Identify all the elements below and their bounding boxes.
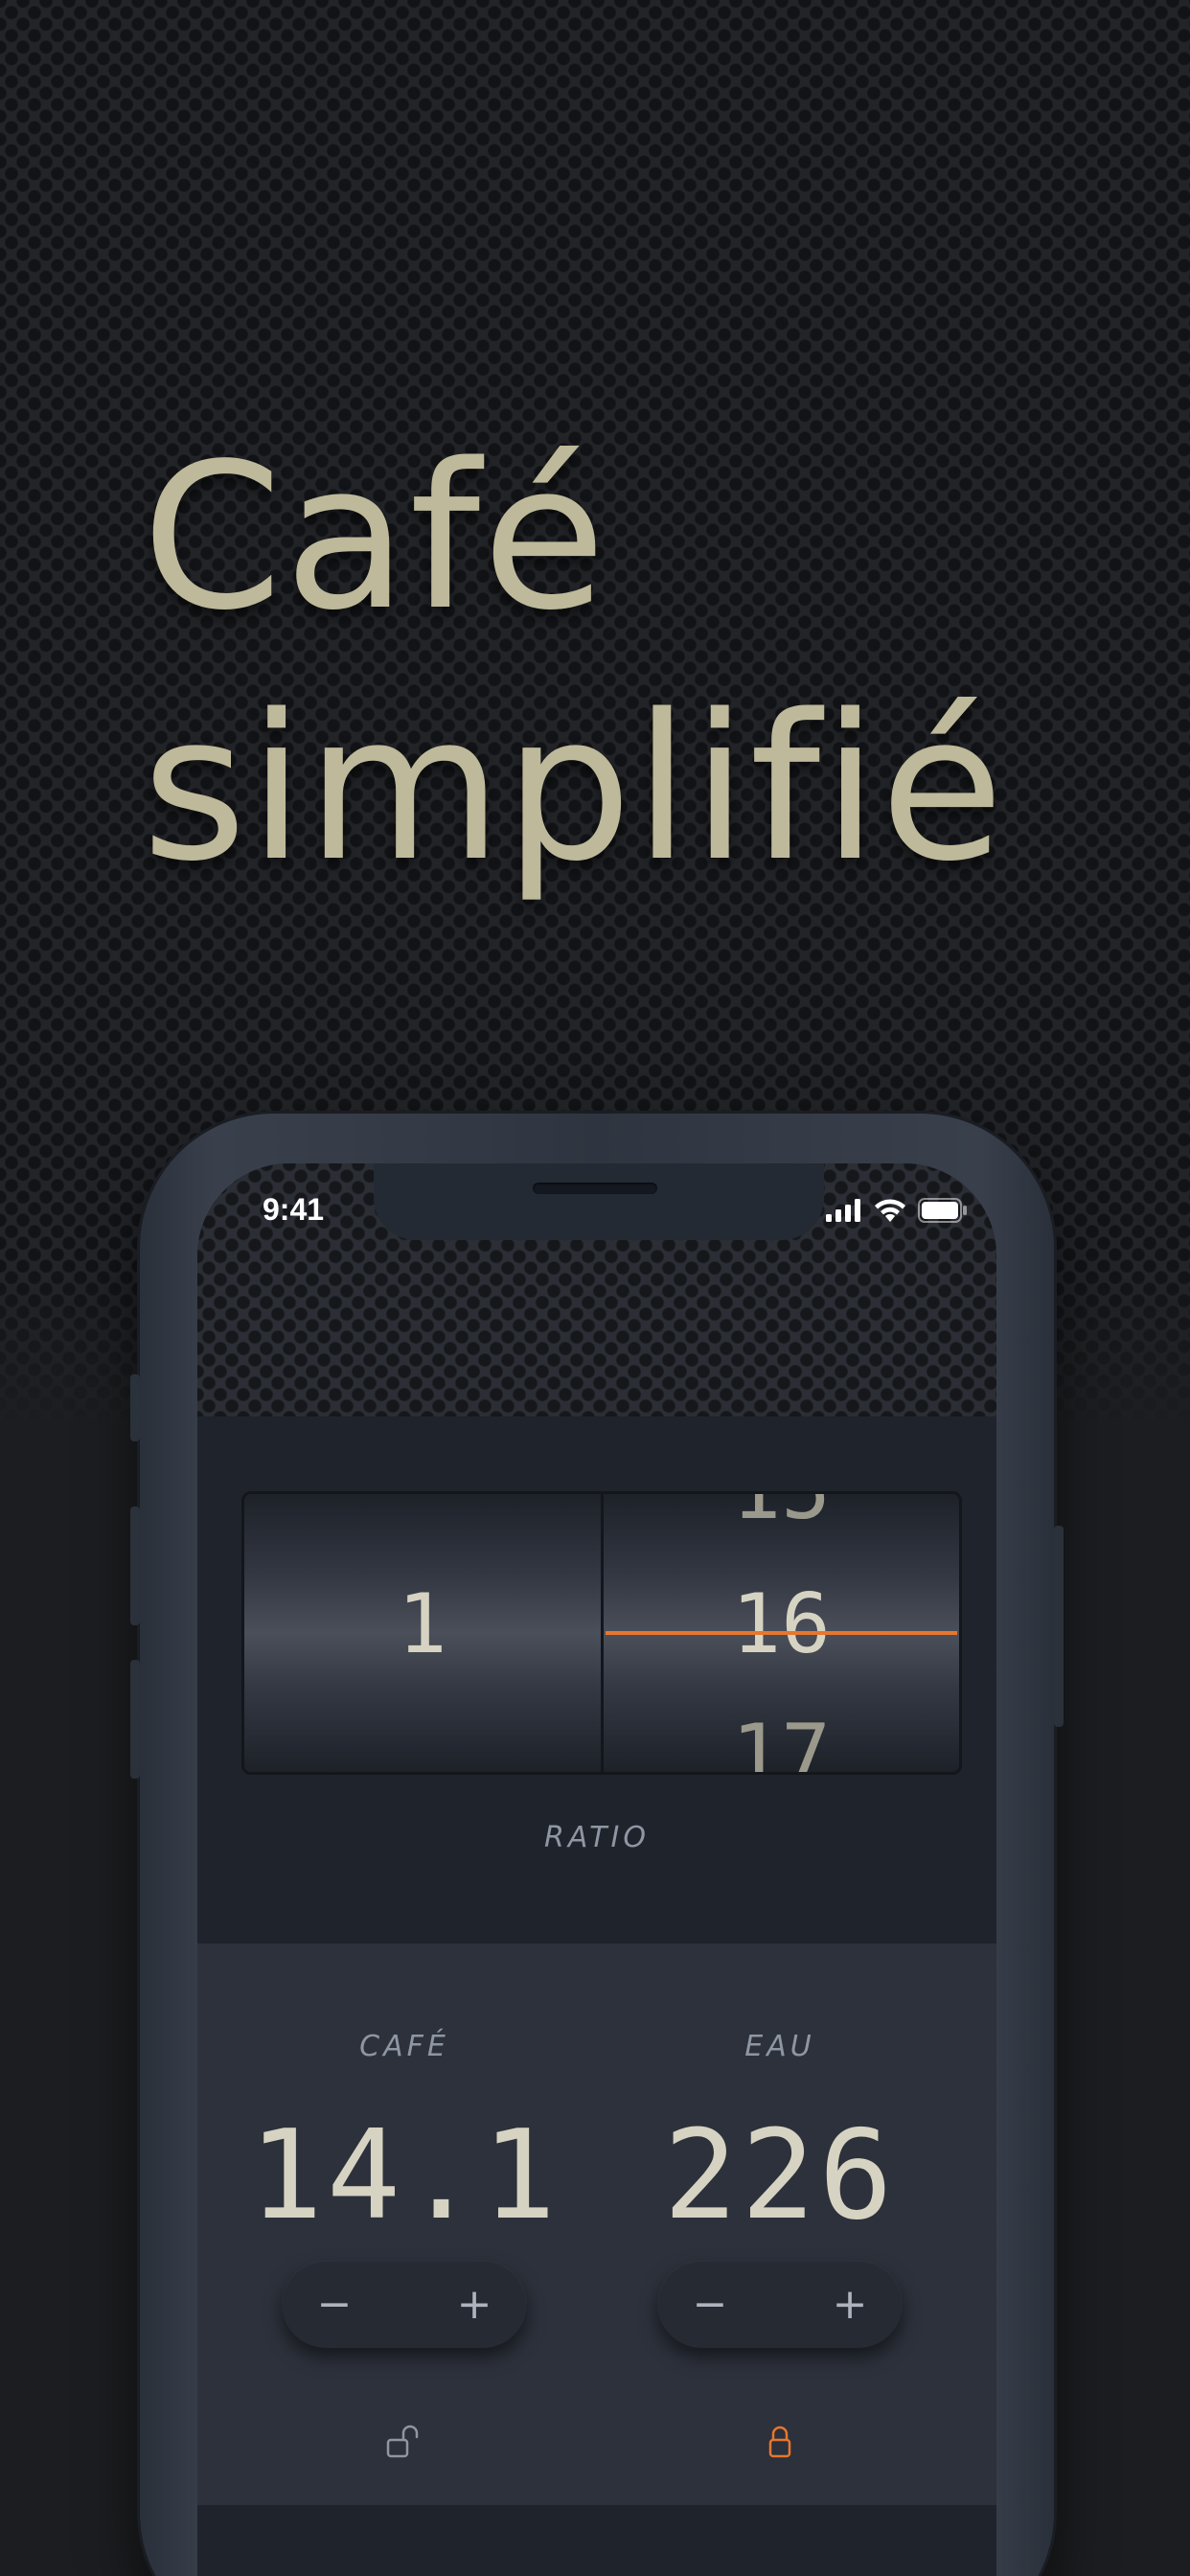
ratio-label: RATIO	[544, 1821, 650, 1854]
water-increment-button[interactable]: +	[797, 2260, 903, 2348]
water-decrement-button[interactable]: −	[657, 2260, 763, 2348]
coffee-label: CAFÉ	[359, 2030, 449, 2063]
volume-up-button	[130, 1506, 140, 1625]
app-screen: 9:41 1 16 17 RATIO CAFÉ 14.1 − + EAU 226…	[197, 1163, 996, 2576]
side-button	[1054, 1526, 1064, 1727]
status-icons	[826, 1198, 968, 1223]
water-label: EAU	[744, 2030, 815, 2063]
coffee-value: 14.1	[248, 2104, 561, 2247]
notch	[374, 1163, 824, 1240]
coffee-decrement-button[interactable]: −	[282, 2260, 387, 2348]
water-value: 226	[663, 2104, 897, 2247]
ratio-right-next: 17	[731, 1707, 832, 1772]
ratio-picker[interactable]: 1 15 16 17	[241, 1491, 962, 1775]
headline-line-1: Café	[142, 420, 608, 655]
ratio-right-previous: 15	[604, 1494, 960, 1538]
ratio-indicator-line	[605, 1631, 957, 1635]
status-time: 9:41	[263, 1192, 325, 1227]
mute-switch	[130, 1374, 140, 1441]
ratio-right-value: 16	[731, 1576, 832, 1672]
bottom-section	[197, 2505, 996, 2576]
coffee-stepper: − +	[282, 2260, 527, 2348]
headline: Café simplifié	[142, 412, 1006, 914]
ratio-left-wheel[interactable]: 1	[244, 1494, 601, 1772]
ratio-right-wheel[interactable]: 15 16 17	[603, 1494, 960, 1772]
wifi-icon	[875, 1199, 905, 1222]
water-stepper: − +	[657, 2260, 903, 2348]
coffee-increment-button[interactable]: +	[422, 2260, 527, 2348]
earpiece-speaker	[533, 1183, 657, 1194]
phone-frame: 9:41 1 16 17 RATIO CAFÉ 14.1 − + EAU 226…	[130, 1114, 1064, 2576]
headline-line-2: simplifié	[142, 671, 1006, 906]
volume-down-button	[130, 1660, 140, 1779]
unlock-icon[interactable]	[385, 2423, 423, 2461]
ratio-left-value: 1	[397, 1576, 447, 1672]
signal-icon	[826, 1199, 860, 1222]
battery-icon	[918, 1198, 967, 1223]
lock-icon[interactable]	[761, 2423, 799, 2461]
